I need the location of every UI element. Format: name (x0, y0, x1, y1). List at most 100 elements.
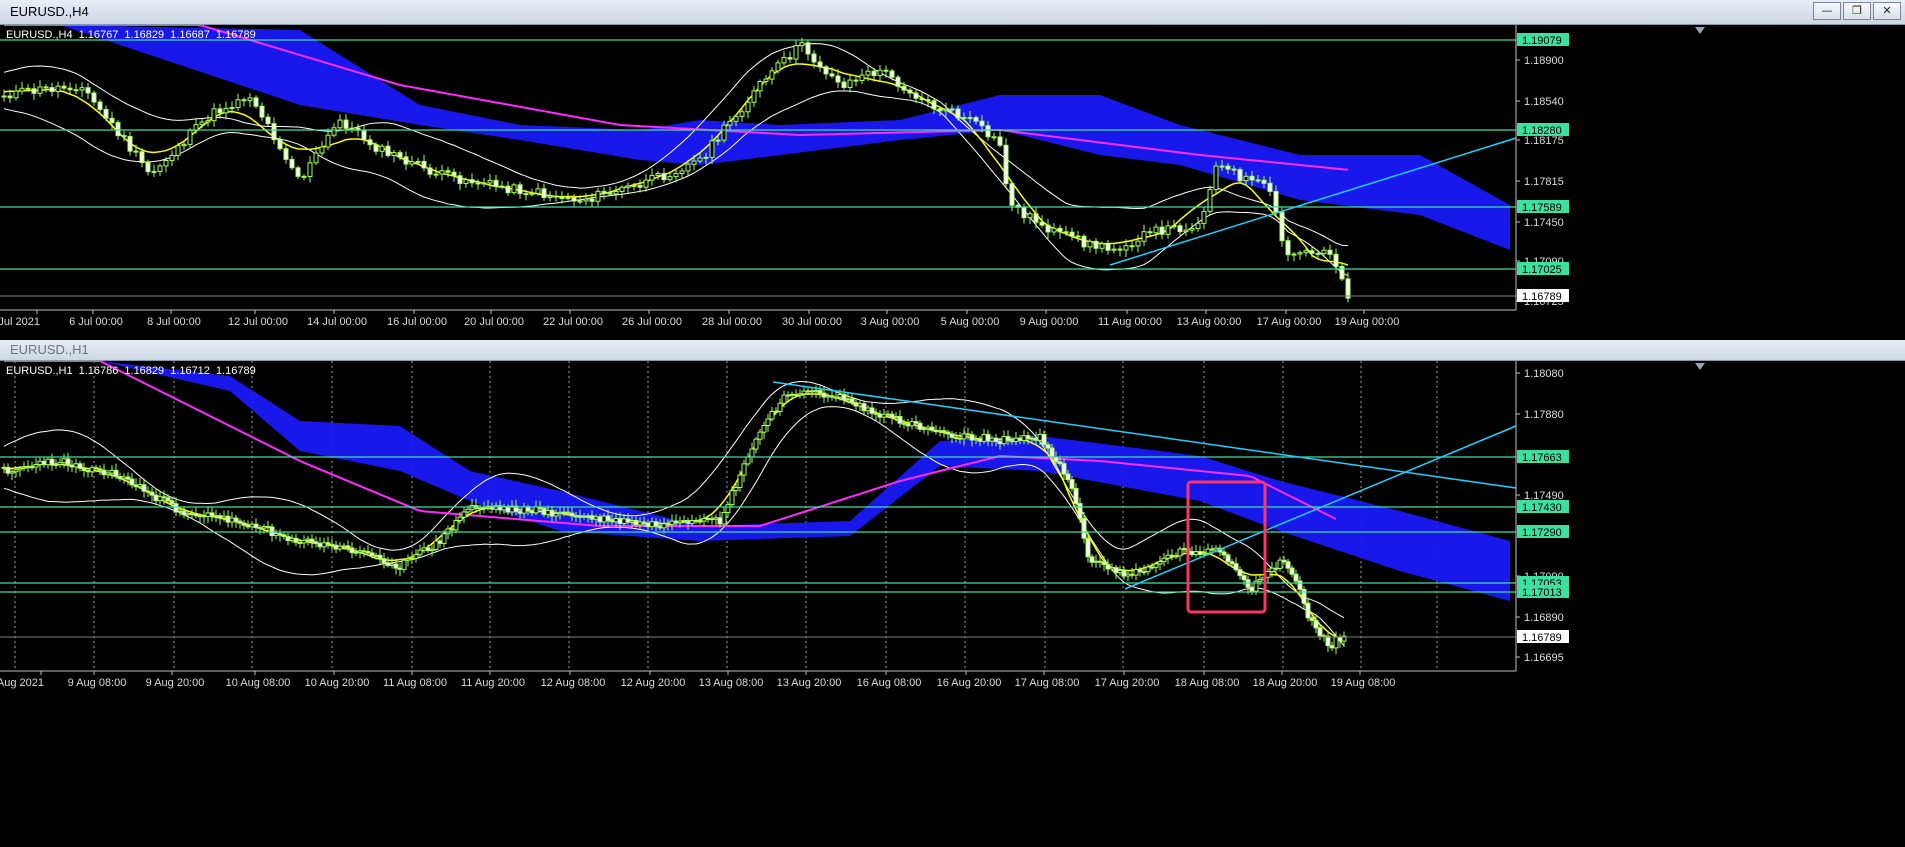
candle-body (177, 510, 183, 513)
candle-body (421, 547, 427, 551)
candle-body (741, 463, 747, 476)
candle-body (643, 179, 649, 188)
candle-body (1063, 231, 1069, 234)
window-titlebar[interactable]: EURUSD.,H1 (0, 340, 1905, 361)
chart-window-h1[interactable]: EURUSD.,H1 1.180801.178801.174901.170901… (0, 340, 1905, 842)
candle-body (553, 195, 559, 198)
close-button[interactable]: ✕ (1873, 2, 1901, 20)
candle-body (113, 469, 119, 477)
candle-body (721, 511, 727, 525)
candle-body (117, 475, 123, 480)
candle-body (201, 515, 207, 518)
candle-body (65, 458, 71, 466)
time-tick-label: 13 Aug 08:00 (699, 677, 764, 689)
candle-body (449, 528, 455, 531)
candle-body (91, 92, 97, 103)
candle-body (649, 521, 655, 528)
candle-body (677, 520, 683, 524)
time-tick-label: 13 Aug 00:00 (1177, 316, 1242, 328)
restore-button[interactable]: ❐ (1843, 2, 1871, 20)
candle-body (511, 184, 517, 194)
candle-body (1219, 165, 1225, 168)
time-tick-label: 16 Aug 08:00 (857, 677, 922, 689)
chart-canvas-h4[interactable]: 1.189001.185401.181751.178151.174501.170… (0, 24, 1905, 336)
window-titlebar[interactable]: EURUSD.,H4 — ❐ ✕ (0, 0, 1905, 25)
candle-body (1073, 488, 1079, 504)
candle-body (969, 434, 975, 441)
candle-body (965, 433, 971, 436)
candle-body (253, 97, 259, 107)
candle-body (487, 179, 493, 184)
candle-body (481, 507, 487, 510)
time-tick-label: 18 Aug 20:00 (1253, 677, 1318, 689)
candle-body (69, 464, 75, 468)
time-tick-label: 6 Jul 00:00 (69, 316, 123, 328)
candle-body (1267, 182, 1273, 192)
candle-body (357, 550, 363, 553)
candle-body (391, 152, 397, 157)
candle-body (889, 413, 895, 419)
price-chart-h1[interactable]: 1.180801.178801.174901.170901.168901.166… (0, 360, 1905, 842)
price-tick-label: 1.18080 (1524, 368, 1564, 380)
candle-body (589, 515, 595, 520)
ohlc-open: 1.16786 (78, 365, 119, 377)
chart-canvas-h1[interactable]: 1.180801.178801.174901.170901.168901.166… (0, 360, 1905, 842)
candle-body (295, 167, 301, 177)
candle-body (253, 523, 259, 529)
candle-body (833, 396, 839, 399)
candle-body (607, 192, 613, 195)
candle-body (1153, 226, 1159, 234)
candle-body (1325, 635, 1331, 647)
candle-body (41, 460, 47, 466)
candle-body (235, 99, 241, 109)
candle-body (373, 144, 379, 152)
candle-body (713, 517, 719, 520)
candle-body (847, 79, 853, 88)
price-chart-h4[interactable]: 1.189001.185401.181751.178151.174501.170… (0, 24, 1905, 336)
candle-body (149, 491, 155, 496)
candle-body (1135, 240, 1141, 247)
candle-body (829, 395, 835, 398)
candle-body (385, 562, 391, 566)
candle-body (709, 518, 715, 521)
candle-body (533, 506, 539, 514)
candle-body (77, 463, 83, 469)
candle-body (619, 186, 625, 192)
candle-body (641, 521, 647, 524)
candle-body (301, 175, 307, 178)
candle-body (93, 467, 99, 470)
minimize-button[interactable]: — (1813, 2, 1841, 20)
candle-body (1117, 569, 1123, 574)
candle-body (961, 433, 967, 440)
candle-body (1109, 567, 1115, 570)
candle-body (1327, 249, 1333, 255)
candle-body (1087, 240, 1093, 248)
candle-body (45, 458, 51, 466)
candle-body (1081, 517, 1087, 539)
candle-body (157, 165, 163, 172)
candle-body (25, 87, 31, 90)
candle-body (437, 540, 443, 544)
candle-body (1137, 568, 1143, 573)
candle-body (1061, 463, 1067, 475)
candle-body (349, 127, 355, 130)
time-tick-label: 22 Jul 00:00 (543, 316, 603, 328)
candle-body (417, 549, 423, 556)
candle-body (313, 541, 319, 544)
candle-body (621, 518, 627, 525)
candle-body (977, 438, 983, 442)
candle-body (1133, 568, 1139, 576)
candle-body (1005, 436, 1011, 442)
candle-body (1273, 190, 1279, 213)
candle-body (1003, 144, 1009, 185)
candle-body (1249, 586, 1255, 592)
candle-body (1285, 561, 1291, 569)
chart-window-h4[interactable]: EURUSD.,H4 — ❐ ✕ 1.18900 1.18540 1.18175 1.… (0, 0, 1905, 336)
candle-body (1009, 440, 1015, 443)
candle-body (1303, 250, 1309, 254)
candle-body (739, 111, 745, 117)
time-tick-label: 17 Aug 08:00 (1015, 677, 1080, 689)
candle-body (1193, 551, 1199, 556)
candle-body (281, 534, 287, 538)
candle-body (453, 520, 459, 531)
